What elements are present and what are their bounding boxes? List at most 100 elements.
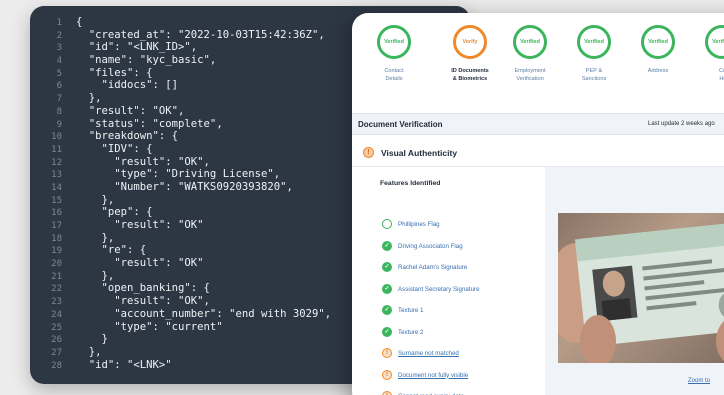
visual-authenticity-title: Visual Authenticity	[381, 148, 458, 158]
code-line: 17 "result": "OK"	[30, 219, 331, 232]
id-card-photo	[558, 213, 724, 363]
feature-item[interactable]: ! Surname not matched	[382, 348, 547, 360]
code-line: 3 "id": "<LNK_ID>",	[30, 41, 331, 54]
step-5[interactable]: Verified Cr Hi	[686, 25, 724, 83]
code-line: 12 "result": "OK",	[30, 156, 331, 169]
code-line: 8 "result": "OK",	[30, 105, 331, 118]
code-line: 27 },	[30, 346, 331, 359]
code-text: "account_number": "end with 3029",	[76, 307, 332, 320]
document-photo-area: Zoom to	[545, 167, 724, 395]
verified-status-icon: Verified	[577, 25, 611, 59]
code-line: 16 "pep": {	[30, 206, 331, 219]
step-label: Employment Verification	[514, 68, 546, 82]
feature-item[interactable]: !Cannot read expiry date	[382, 391, 547, 395]
code-line: 23 "result": "OK",	[30, 295, 331, 308]
pending-status-icon: Verify	[453, 25, 487, 59]
feature-label: Texture 2	[398, 328, 424, 336]
feature-item: ✓ Assistant Secretary Signature	[382, 283, 547, 296]
line-number: 27	[51, 347, 62, 358]
feature-label: Texture 1	[398, 307, 424, 314]
feature-item[interactable]: ! Document not fully visible	[382, 369, 547, 382]
code-text: "id": "<LNK_ID>",	[76, 41, 198, 54]
code-line: 24 "account_number": "end with 3029",	[30, 308, 331, 321]
feature-item: ✓ Driving Associaton Flag	[382, 240, 547, 253]
verification-steps: Verified Contact Details Verify ID Document…	[352, 13, 724, 113]
code-line: 18 },	[30, 232, 331, 245]
code-text: "created_at": "2022-10-03T15:42:36Z",	[76, 28, 325, 41]
feature-item: ✓ Texture 1	[382, 305, 547, 317]
code-line: 6 "iddocs": []	[30, 79, 331, 92]
line-number: 23	[51, 297, 62, 308]
code-line: 2 "created_at": "2022-10-03T15:42:36Z",	[30, 29, 331, 42]
step-4[interactable]: Verified Address	[622, 25, 694, 75]
feature-item: ✓ Rachel Adam's Signature	[382, 262, 547, 274]
code-text: "Number": "WATKS0920393820",	[76, 180, 293, 193]
code-text: "type": "Driving License",	[76, 168, 281, 181]
step-label: PEP & Sanctions	[581, 68, 607, 82]
line-number: 4	[56, 56, 62, 67]
code-text: "pep": {	[76, 206, 153, 219]
code-line: 20 "result": "OK"	[30, 257, 331, 270]
code-line: 26 }	[30, 333, 331, 346]
code-line: 7 },	[30, 92, 331, 105]
code-text: "files": {	[76, 66, 153, 79]
section-title: Document Verification	[358, 120, 443, 129]
last-update-text: Last update 2 weeks ago	[648, 121, 715, 127]
code-text: },	[76, 193, 115, 206]
code-line: 25 "type": "current"	[30, 321, 331, 334]
verified-status-icon: Verified	[705, 25, 724, 59]
code-line: 14 "Number": "WATKS0920393820",	[30, 181, 331, 194]
code-text: "result": "OK"	[76, 219, 204, 231]
code-line: 4 "name": "kyc_basic",	[30, 54, 331, 67]
code-line: 9 "status": "complete",	[30, 118, 331, 131]
features-title: Features Identified	[380, 180, 441, 187]
line-number: 26	[51, 335, 62, 346]
line-number: 28	[51, 360, 62, 371]
code-text: "re": {	[76, 244, 147, 257]
feature-item: ✓ Texture 2	[382, 326, 547, 339]
check-icon: ✓	[382, 305, 392, 315]
step-label: Cr Hi	[719, 68, 724, 82]
code-text: "IDV": {	[76, 142, 153, 155]
step-2[interactable]: Verified Employment Verification	[494, 25, 566, 83]
visual-authenticity-row[interactable]: ! Visual Authenticity	[352, 137, 724, 167]
feature-label: Driving Associaton Flag	[398, 242, 463, 250]
feature-label: Document not fully visible	[398, 371, 469, 379]
code-text: "result": "OK",	[76, 104, 185, 117]
line-number: 20	[51, 259, 62, 270]
step-3[interactable]: Verified PEP & Sanctions	[558, 25, 630, 83]
code-text: },	[76, 345, 102, 358]
warning-icon: !	[363, 147, 374, 158]
verified-status-icon: Verified	[377, 25, 411, 59]
feature-item: Phillipines Flag	[382, 219, 547, 231]
check-icon: ✓	[382, 283, 392, 294]
check-icon: ✓	[382, 240, 392, 251]
verified-status-icon: Verified	[641, 25, 675, 59]
code-line: 13 "type": "Driving License",	[30, 168, 331, 181]
line-number: 1	[56, 18, 62, 28]
step-label: Contact Details	[384, 68, 404, 82]
code-line: 28 "id": "<LNK>"	[30, 359, 331, 372]
line-number: 24	[51, 309, 62, 320]
code-text: }	[76, 333, 108, 346]
feature-label: Surname not matched	[398, 350, 459, 357]
step-0[interactable]: Verified Contact Details	[358, 25, 430, 83]
code-line: 10 "breakdown": {	[30, 130, 331, 143]
code-line: 21 },	[30, 270, 331, 283]
zoom-link[interactable]: Zoom to	[688, 378, 710, 384]
pending-circle-icon	[382, 219, 392, 229]
code-line: 5 "files": {	[30, 67, 331, 80]
feature-label: Assistant Secretary Signature	[398, 285, 480, 293]
code-text: "result": "OK",	[76, 295, 210, 308]
verified-status-icon: Verified	[513, 25, 547, 59]
code-lines: 1{2 "created_at": "2022-10-03T15:42:36Z"…	[30, 16, 331, 371]
code-text: "status": "complete",	[76, 117, 223, 130]
code-text: "result": "OK"	[76, 257, 204, 270]
document-verification-header: Document Verification Last update 2 week…	[352, 113, 724, 135]
code-text: "name": "kyc_basic",	[76, 54, 217, 67]
line-number: 14	[51, 182, 62, 193]
line-number: 10	[51, 132, 62, 143]
warning-icon: !	[382, 348, 392, 358]
code-line: 11 "IDV": {	[30, 143, 331, 156]
code-text: "result": "OK",	[76, 155, 210, 168]
